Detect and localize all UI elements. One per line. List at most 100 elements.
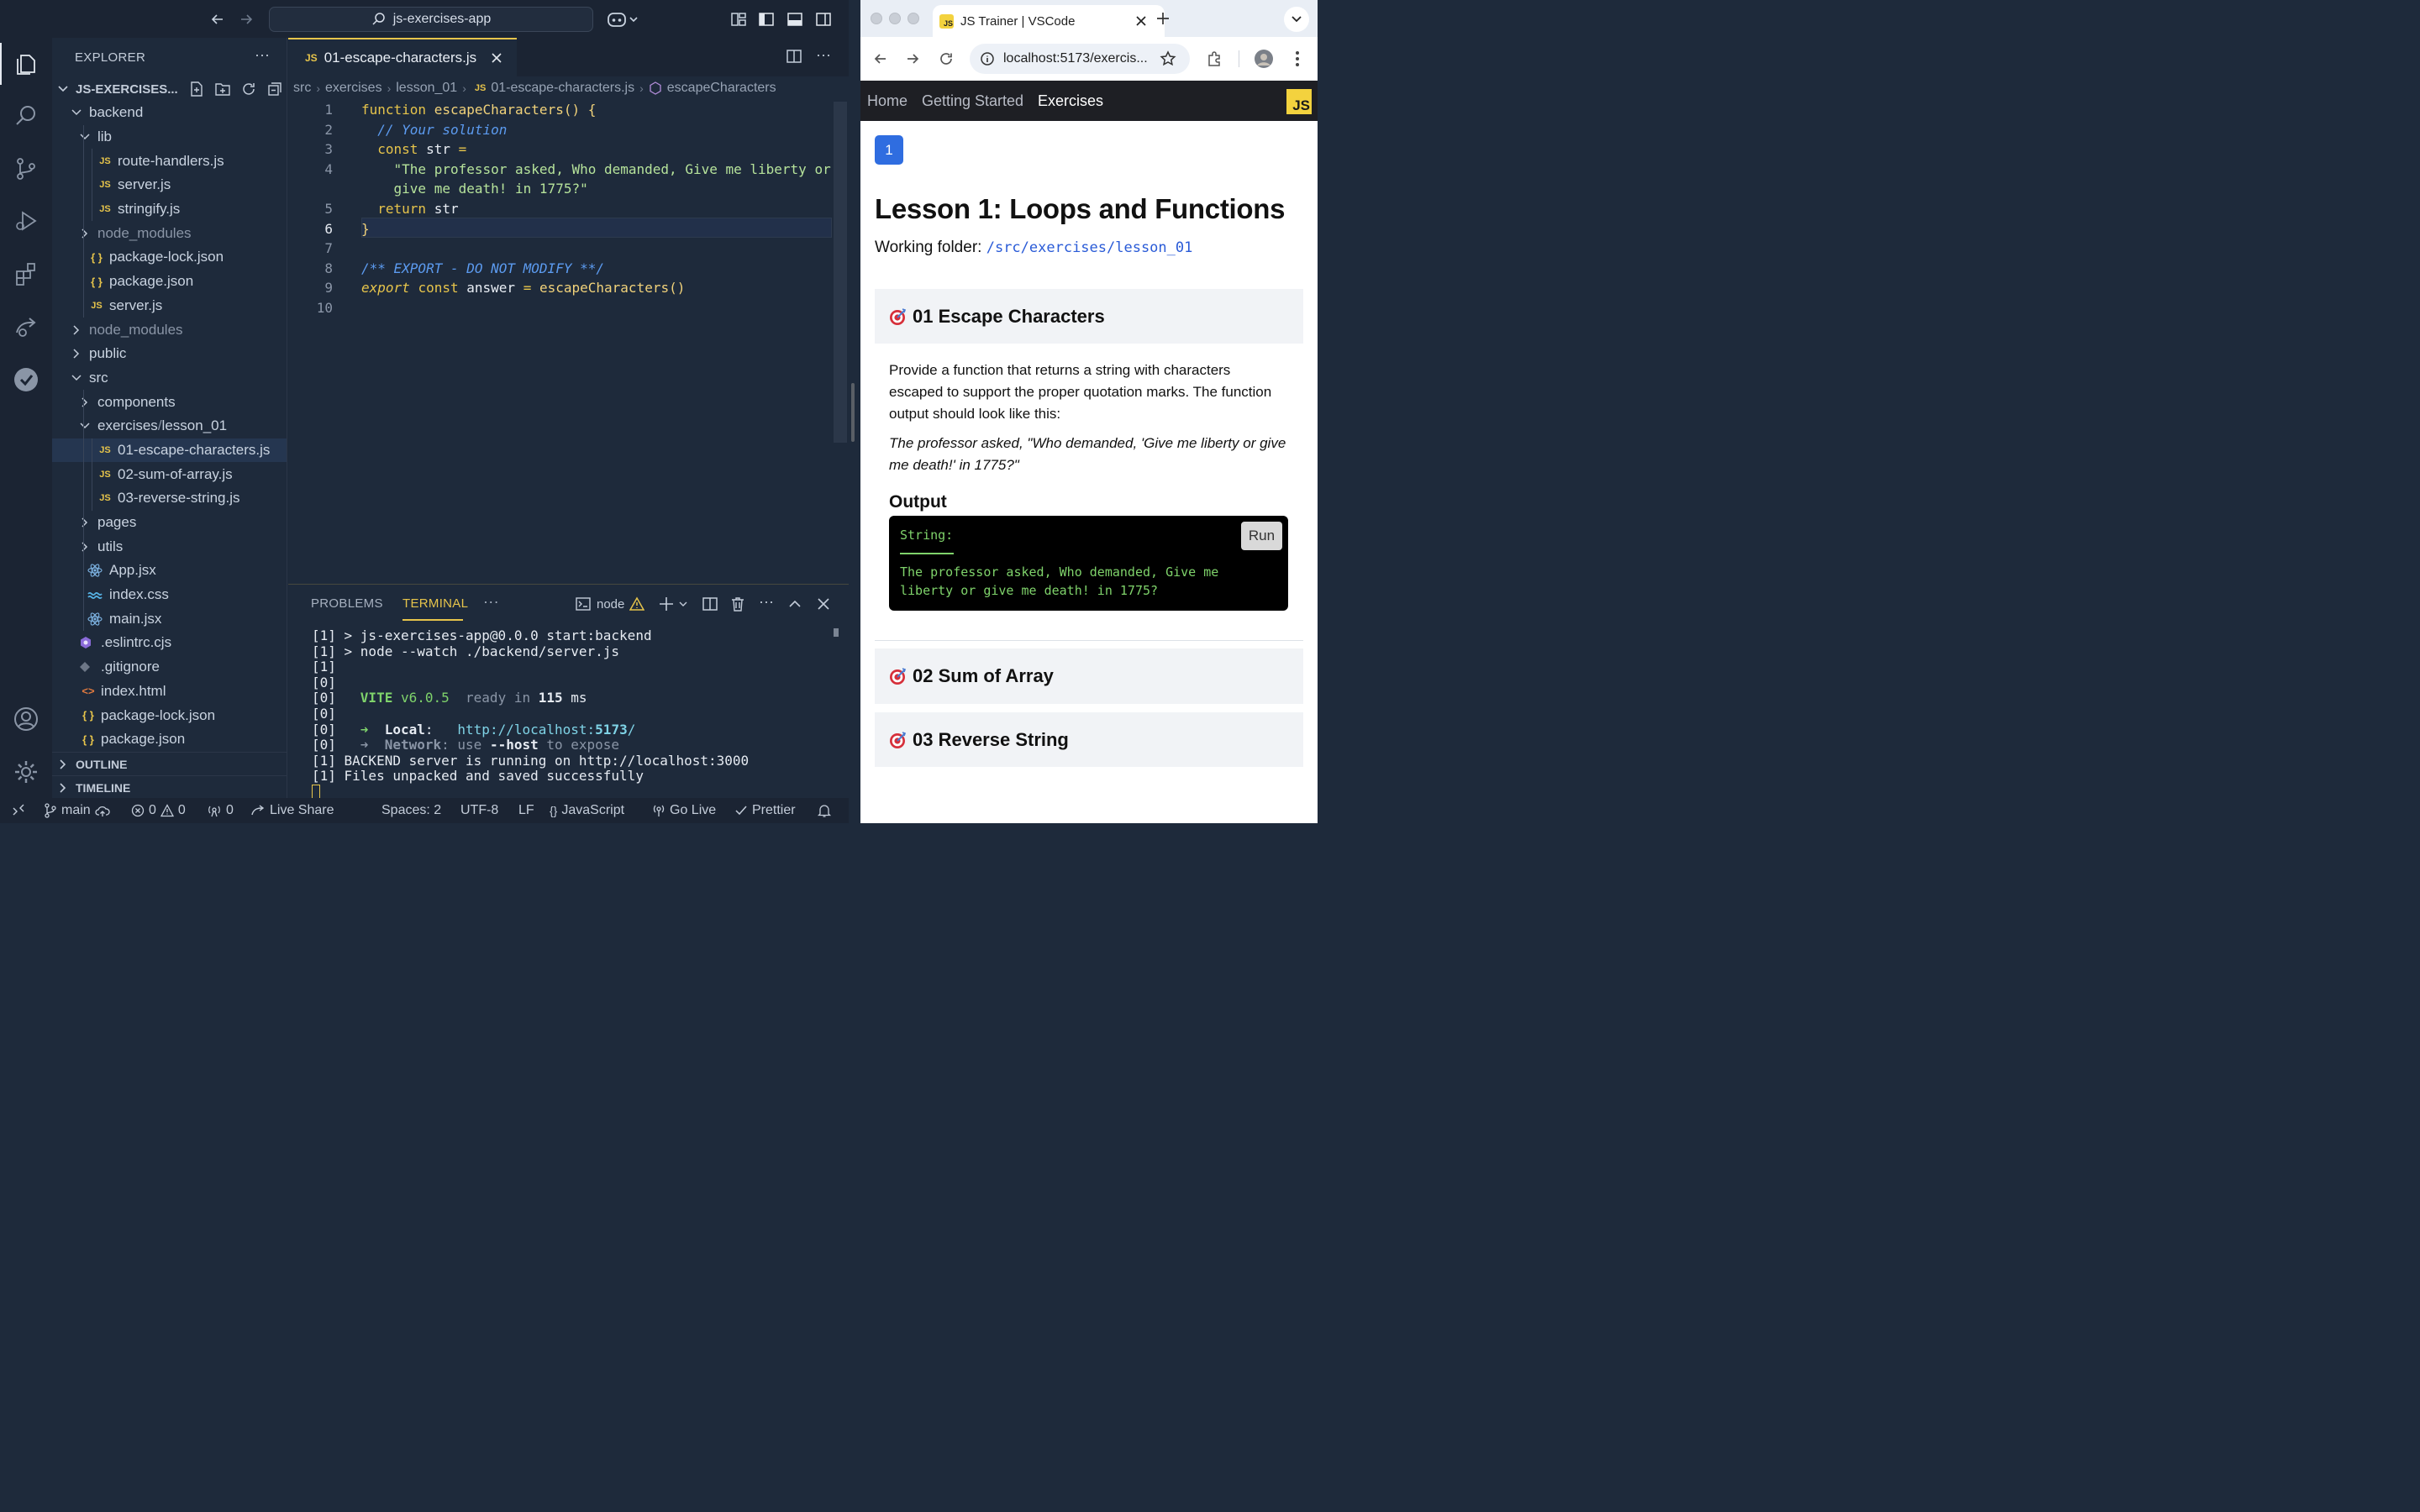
close-icon[interactable]: [490, 51, 503, 65]
tree-folder[interactable]: backend: [52, 101, 287, 125]
browser-menu-kebab-icon[interactable]: [1287, 49, 1307, 69]
tree-file[interactable]: { } package.json: [52, 269, 287, 294]
panel-more-icon[interactable]: ···: [483, 593, 499, 611]
settings-gear-icon[interactable]: [11, 757, 41, 787]
js-logo[interactable]: JS: [1286, 89, 1312, 114]
copilot-icon[interactable]: [607, 8, 640, 30]
accounts-icon[interactable]: [11, 704, 41, 734]
breadcrumb-item[interactable]: 01-escape-characters.js: [491, 81, 634, 96]
new-folder-icon[interactable]: [214, 81, 231, 97]
tree-file[interactable]: index.css: [52, 582, 287, 607]
tree-file[interactable]: JS 01-escape-characters.js: [52, 438, 287, 463]
profile-avatar[interactable]: [1254, 49, 1274, 69]
tab-01-escape-characters[interactable]: JS 01-escape-characters.js: [288, 38, 517, 76]
new-file-icon[interactable]: [188, 81, 205, 97]
close-tab-icon[interactable]: [1135, 15, 1147, 27]
terminal-instance[interactable]: node: [575, 596, 645, 612]
live-share-icon[interactable]: [11, 312, 41, 342]
tree-file[interactable]: JS stringify.js: [52, 197, 287, 222]
live-share-status[interactable]: Live Share: [250, 803, 334, 818]
split-terminal-icon[interactable]: [702, 596, 718, 612]
breadcrumb-item[interactable]: lesson_01: [396, 81, 457, 96]
tab-problems[interactable]: PROBLEMS: [311, 596, 383, 611]
back-arrow-icon[interactable]: [207, 8, 229, 30]
split-editor-icon[interactable]: [786, 48, 802, 65]
collapse-all-icon[interactable]: [266, 81, 283, 97]
toggle-primary-sidebar-icon[interactable]: [755, 8, 777, 30]
tree-file[interactable]: JS route-handlers.js: [52, 149, 287, 174]
forward-arrow-icon[interactable]: [902, 49, 923, 69]
tree-file[interactable]: App.jsx: [52, 559, 287, 583]
lesson-number-badge[interactable]: 1: [875, 135, 903, 165]
tree-file[interactable]: { } package-lock.json: [52, 245, 287, 270]
extensions-puzzle-icon[interactable]: [1205, 49, 1225, 69]
run-button[interactable]: Run: [1241, 522, 1282, 550]
tree-folder[interactable]: src: [52, 366, 287, 391]
timeline-section-header[interactable]: TIMELINE: [52, 775, 287, 799]
exercise-02-header[interactable]: 02 Sum of Array: [875, 648, 1303, 704]
address-bar[interactable]: localhost:5173/exercis...: [970, 44, 1190, 74]
indentation[interactable]: Spaces: 2: [381, 803, 441, 818]
exercise-03-header[interactable]: 03 Reverse String: [875, 712, 1303, 767]
nav-exercises[interactable]: Exercises: [1038, 92, 1103, 110]
close-window-button[interactable]: [871, 13, 882, 24]
git-branch[interactable]: main: [44, 803, 110, 818]
workspace-folder-header[interactable]: JS-EXERCISES...: [52, 76, 287, 102]
zoom-window-button[interactable]: [908, 13, 919, 24]
forward-arrow-icon[interactable]: [235, 8, 257, 30]
tree-file[interactable]: JS 03-reverse-string.js: [52, 486, 287, 511]
tree-file[interactable]: main.jsx: [52, 606, 287, 632]
toggle-panel-icon[interactable]: [784, 8, 806, 30]
tree-folder[interactable]: lib: [52, 124, 287, 150]
editor-scrollbar[interactable]: [834, 102, 847, 443]
tree-file[interactable]: JS 02-sum-of-array.js: [52, 462, 287, 486]
maximize-panel-icon[interactable]: [786, 596, 803, 612]
customize-layout-icon[interactable]: [728, 8, 750, 30]
tree-file[interactable]: .eslintrc.cjs: [52, 631, 287, 655]
breadcrumb-item[interactable]: src: [293, 81, 311, 96]
prettier-status[interactable]: Prettier: [734, 803, 796, 818]
tree-folder[interactable]: utils: [52, 534, 287, 559]
breadcrumb-item[interactable]: escapeCharacters: [667, 81, 776, 96]
bookmark-star-icon[interactable]: [1160, 50, 1176, 67]
source-control-icon[interactable]: [11, 154, 41, 184]
trash-icon[interactable]: [729, 596, 746, 612]
tree-folder[interactable]: node_modules: [52, 221, 287, 246]
run-debug-icon[interactable]: [11, 206, 41, 236]
tree-file[interactable]: .gitignore: [52, 655, 287, 680]
code-editor[interactable]: 1 function escapeCharacters() {2 // Your …: [288, 100, 849, 584]
nav-home[interactable]: Home: [867, 92, 908, 110]
close-panel-icon[interactable]: [815, 596, 832, 612]
new-tab-plus-icon[interactable]: [1155, 11, 1171, 26]
nav-getting-started[interactable]: Getting Started: [922, 92, 1023, 110]
terminal-more-icon[interactable]: ···: [759, 593, 774, 611]
tree-file[interactable]: JS server.js: [52, 173, 287, 197]
tree-file[interactable]: JS server.js: [52, 293, 287, 318]
back-arrow-icon[interactable]: [871, 49, 891, 69]
window-split-handle[interactable]: [851, 383, 855, 442]
remote-indicator-icon[interactable]: [12, 803, 25, 816]
outline-section-header[interactable]: OUTLINE: [52, 752, 287, 775]
more-actions-icon[interactable]: ···: [255, 46, 270, 64]
end-of-line[interactable]: LF: [518, 803, 534, 818]
terminal-scrollbar[interactable]: [834, 628, 839, 637]
minimize-window-button[interactable]: [889, 13, 901, 24]
refresh-icon[interactable]: [240, 81, 257, 97]
command-center-search[interactable]: js-exercises-app: [269, 7, 593, 32]
tree-file[interactable]: { } package.json: [52, 727, 287, 752]
breadcrumb-item[interactable]: exercises: [325, 81, 382, 96]
problems-count[interactable]: 0 0: [131, 803, 186, 818]
toggle-secondary-sidebar-icon[interactable]: [813, 8, 834, 30]
ports-indicator[interactable]: 0: [207, 803, 234, 818]
tab-terminal[interactable]: TERMINAL: [402, 596, 468, 611]
exercise-01-header[interactable]: 01 Escape Characters: [875, 289, 1303, 344]
new-terminal-icon[interactable]: [658, 596, 688, 612]
tab-search-chevron-icon[interactable]: [1284, 7, 1309, 32]
browser-tab[interactable]: JS JS Trainer | VSCode: [933, 5, 1165, 37]
terminal-output[interactable]: [1] > js-exercises-app@0.0.0 start:backe…: [312, 627, 833, 801]
tree-file[interactable]: { } package-lock.json: [52, 703, 287, 727]
explorer-files-icon[interactable]: [11, 48, 41, 78]
tree-folder[interactable]: components: [52, 390, 287, 414]
tree-folder[interactable]: pages: [52, 510, 287, 535]
notifications-bell-icon[interactable]: [817, 803, 832, 818]
